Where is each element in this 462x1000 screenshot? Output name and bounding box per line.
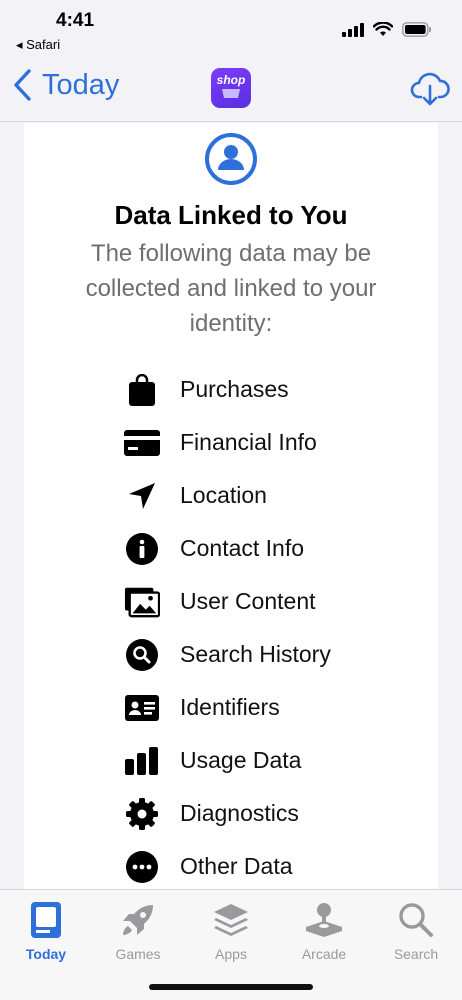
cellular-signal-icon bbox=[342, 22, 364, 37]
tab-label: Apps bbox=[215, 946, 247, 962]
bar-chart-icon bbox=[125, 746, 158, 775]
list-item: Other Data bbox=[124, 840, 424, 889]
ellipsis-circle-icon bbox=[126, 850, 158, 883]
gear-icon bbox=[126, 797, 158, 830]
list-item-label: Usage Data bbox=[180, 747, 302, 773]
id-card-icon bbox=[125, 694, 159, 721]
search-icon bbox=[399, 903, 433, 937]
nav-bar: Today shop bbox=[0, 60, 462, 122]
list-item: User Content bbox=[124, 575, 424, 628]
chevron-left-icon bbox=[14, 69, 31, 101]
back-to-safari[interactable]: ◂ Safari bbox=[16, 37, 60, 53]
list-item-label: Other Data bbox=[180, 853, 293, 879]
tab-games[interactable]: Games bbox=[98, 900, 178, 962]
list-item: Diagnostics bbox=[124, 787, 424, 840]
rocket-icon bbox=[123, 905, 153, 935]
tab-apps[interactable]: Apps bbox=[191, 900, 271, 962]
tab-label: Today bbox=[25, 946, 67, 962]
tab-label: Games bbox=[115, 946, 161, 962]
list-item: Contact Info bbox=[124, 522, 424, 575]
tab-bar: Today Games Apps Arcade Search bbox=[0, 889, 462, 1000]
list-item-label: Contact Info bbox=[180, 535, 305, 561]
download-button[interactable] bbox=[410, 72, 450, 111]
info-circle-icon bbox=[126, 532, 158, 565]
list-item: Financial Info bbox=[124, 416, 424, 469]
search-circle-icon bbox=[126, 638, 158, 671]
tab-arcade[interactable]: Arcade bbox=[284, 900, 364, 962]
shopping-bag-icon bbox=[222, 89, 240, 98]
tab-search[interactable]: Search bbox=[376, 900, 456, 962]
wifi-icon bbox=[373, 22, 393, 36]
list-item: Usage Data bbox=[124, 734, 424, 787]
cloud-download-icon bbox=[410, 72, 450, 106]
list-item: Search History bbox=[124, 628, 424, 681]
tab-today[interactable]: Today bbox=[6, 900, 86, 962]
back-button-label: Today bbox=[42, 68, 120, 101]
list-item-label: Identifiers bbox=[180, 694, 280, 720]
location-arrow-icon bbox=[129, 482, 155, 509]
section-subtitle: The following data may be collected and … bbox=[85, 240, 377, 337]
credit-card-icon bbox=[124, 429, 160, 456]
list-item: Location bbox=[124, 469, 424, 522]
today-icon bbox=[31, 902, 61, 938]
tab-label: Arcade bbox=[301, 946, 347, 962]
list-item-label: Diagnostics bbox=[180, 800, 299, 826]
privacy-card: Data Linked to You The following data ma… bbox=[24, 123, 438, 889]
status-bar: 4:41 ◂ Safari bbox=[0, 0, 462, 60]
section-title: Data Linked to You bbox=[114, 200, 348, 230]
layers-icon bbox=[214, 904, 248, 936]
data-type-list: Purchases Financial Info Location Contac… bbox=[124, 363, 424, 889]
app-icon-label: shop bbox=[216, 73, 246, 87]
list-item-label: Financial Info bbox=[180, 429, 317, 455]
status-icons bbox=[342, 22, 432, 37]
list-item-label: Purchases bbox=[180, 376, 289, 402]
list-item: Identifiers bbox=[124, 681, 424, 734]
battery-icon bbox=[402, 22, 431, 37]
list-item-label: Location bbox=[180, 482, 267, 508]
tab-label: Search bbox=[393, 946, 439, 962]
content-area[interactable]: Data Linked to You The following data ma… bbox=[0, 123, 462, 889]
joystick-icon bbox=[306, 903, 342, 937]
photos-icon bbox=[124, 587, 160, 617]
person-circle-icon bbox=[205, 133, 257, 185]
home-indicator[interactable] bbox=[149, 984, 313, 990]
list-item: Purchases bbox=[124, 363, 424, 416]
list-item-label: User Content bbox=[180, 588, 316, 614]
app-icon[interactable]: shop bbox=[211, 68, 251, 108]
list-item-label: Search History bbox=[180, 641, 331, 667]
bag-icon bbox=[129, 373, 155, 406]
back-button[interactable]: Today bbox=[12, 68, 119, 102]
status-time: 4:41 bbox=[56, 10, 95, 31]
